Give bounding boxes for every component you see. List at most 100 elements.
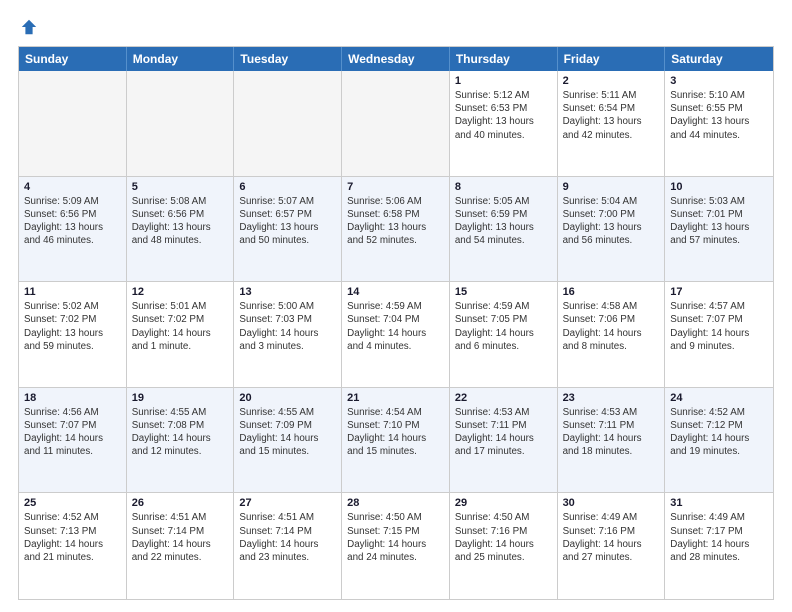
cell-info: Sunrise: 4:57 AM Sunset: 7:07 PM Dayligh… xyxy=(670,300,768,353)
calendar-row: 11Sunrise: 5:02 AM Sunset: 7:02 PM Dayli… xyxy=(19,282,773,388)
day-number: 17 xyxy=(670,286,768,298)
calendar-cell: 17 Sunrise: 4:57 AM Sunset: 7:07 PM Dayli… xyxy=(665,282,773,387)
day-number: 22 xyxy=(455,392,552,404)
calendar-body: 1 Sunrise: 5:12 AM Sunset: 6:53 PM Daylig… xyxy=(19,71,773,599)
calendar-cell: 22 Sunrise: 4:53 AM Sunset: 7:11 PM Dayli… xyxy=(450,388,558,493)
calendar-cell: 8 Sunrise: 5:05 AM Sunset: 6:59 PM Daylig… xyxy=(450,177,558,282)
cell-info: Sunrise: 4:54 AM Sunset: 7:10 PM Dayligh… xyxy=(347,406,444,459)
cell-info: Sunrise: 5:11 AM Sunset: 6:54 PM Dayligh… xyxy=(563,89,660,142)
cell-info: Sunrise: 4:50 AM Sunset: 7:16 PM Dayligh… xyxy=(455,511,552,564)
calendar-cell: 14 Sunrise: 4:59 AM Sunset: 7:04 PM Dayli… xyxy=(342,282,450,387)
cell-info: Sunrise: 5:07 AM Sunset: 6:57 PM Dayligh… xyxy=(239,195,336,248)
day-number: 2 xyxy=(563,75,660,87)
cell-info: Sunrise: 5:00 AM Sunset: 7:03 PM Dayligh… xyxy=(239,300,336,353)
calendar-cell: 27 Sunrise: 4:51 AM Sunset: 7:14 PM Dayli… xyxy=(234,493,342,599)
header xyxy=(18,18,774,36)
calendar-cell: 10Sunrise: 5:03 AM Sunset: 7:01 PM Dayli… xyxy=(665,177,773,282)
calendar-cell: 24Sunrise: 4:52 AM Sunset: 7:12 PM Dayli… xyxy=(665,388,773,493)
cell-info: Sunrise: 4:58 AM Sunset: 7:06 PM Dayligh… xyxy=(563,300,660,353)
day-number: 16 xyxy=(563,286,660,298)
cell-info: Sunrise: 4:53 AM Sunset: 7:11 PM Dayligh… xyxy=(563,406,660,459)
day-number: 12 xyxy=(132,286,229,298)
day-number: 27 xyxy=(239,497,336,509)
day-number: 23 xyxy=(563,392,660,404)
calendar-cell xyxy=(19,71,127,176)
weekday-header: Tuesday xyxy=(234,47,342,71)
calendar-cell: 11Sunrise: 5:02 AM Sunset: 7:02 PM Dayli… xyxy=(19,282,127,387)
logo xyxy=(18,18,38,36)
cell-info: Sunrise: 4:50 AM Sunset: 7:15 PM Dayligh… xyxy=(347,511,444,564)
cell-info: Sunrise: 5:10 AM Sunset: 6:55 PM Dayligh… xyxy=(670,89,768,142)
calendar-cell: 5 Sunrise: 5:08 AM Sunset: 6:56 PM Daylig… xyxy=(127,177,235,282)
day-number: 6 xyxy=(239,181,336,193)
day-number: 9 xyxy=(563,181,660,193)
day-number: 29 xyxy=(455,497,552,509)
weekday-header: Friday xyxy=(558,47,666,71)
cell-info: Sunrise: 5:04 AM Sunset: 7:00 PM Dayligh… xyxy=(563,195,660,248)
weekday-header: Sunday xyxy=(19,47,127,71)
cell-info: Sunrise: 4:51 AM Sunset: 7:14 PM Dayligh… xyxy=(132,511,229,564)
calendar-cell: 26 Sunrise: 4:51 AM Sunset: 7:14 PM Dayli… xyxy=(127,493,235,599)
cell-info: Sunrise: 5:05 AM Sunset: 6:59 PM Dayligh… xyxy=(455,195,552,248)
cell-info: Sunrise: 5:12 AM Sunset: 6:53 PM Dayligh… xyxy=(455,89,552,142)
calendar-cell: 16 Sunrise: 4:58 AM Sunset: 7:06 PM Dayli… xyxy=(558,282,666,387)
day-number: 25 xyxy=(24,497,121,509)
calendar-cell: 1 Sunrise: 5:12 AM Sunset: 6:53 PM Daylig… xyxy=(450,71,558,176)
cell-info: Sunrise: 4:52 AM Sunset: 7:12 PM Dayligh… xyxy=(670,406,768,459)
cell-info: Sunrise: 5:09 AM Sunset: 6:56 PM Dayligh… xyxy=(24,195,121,248)
calendar-cell: 13 Sunrise: 5:00 AM Sunset: 7:03 PM Dayli… xyxy=(234,282,342,387)
calendar-cell xyxy=(342,71,450,176)
cell-info: Sunrise: 4:59 AM Sunset: 7:05 PM Dayligh… xyxy=(455,300,552,353)
weekday-header: Thursday xyxy=(450,47,558,71)
cell-info: Sunrise: 5:01 AM Sunset: 7:02 PM Dayligh… xyxy=(132,300,229,353)
day-number: 31 xyxy=(670,497,768,509)
calendar-cell: 7 Sunrise: 5:06 AM Sunset: 6:58 PM Daylig… xyxy=(342,177,450,282)
cell-info: Sunrise: 5:06 AM Sunset: 6:58 PM Dayligh… xyxy=(347,195,444,248)
calendar-cell: 29 Sunrise: 4:50 AM Sunset: 7:16 PM Dayli… xyxy=(450,493,558,599)
day-number: 8 xyxy=(455,181,552,193)
page: SundayMondayTuesdayWednesdayThursdayFrid… xyxy=(0,0,792,612)
day-number: 7 xyxy=(347,181,444,193)
cell-info: Sunrise: 4:55 AM Sunset: 7:09 PM Dayligh… xyxy=(239,406,336,459)
day-number: 5 xyxy=(132,181,229,193)
day-number: 4 xyxy=(24,181,121,193)
calendar-row: 1 Sunrise: 5:12 AM Sunset: 6:53 PM Daylig… xyxy=(19,71,773,177)
cell-info: Sunrise: 5:08 AM Sunset: 6:56 PM Dayligh… xyxy=(132,195,229,248)
day-number: 21 xyxy=(347,392,444,404)
calendar-cell: 4 Sunrise: 5:09 AM Sunset: 6:56 PM Daylig… xyxy=(19,177,127,282)
cell-info: Sunrise: 4:49 AM Sunset: 7:17 PM Dayligh… xyxy=(670,511,768,564)
day-number: 13 xyxy=(239,286,336,298)
calendar-cell: 30 Sunrise: 4:49 AM Sunset: 7:16 PM Dayli… xyxy=(558,493,666,599)
day-number: 26 xyxy=(132,497,229,509)
cell-info: Sunrise: 4:51 AM Sunset: 7:14 PM Dayligh… xyxy=(239,511,336,564)
logo-icon xyxy=(20,18,38,36)
calendar-cell: 23 Sunrise: 4:53 AM Sunset: 7:11 PM Dayli… xyxy=(558,388,666,493)
day-number: 10 xyxy=(670,181,768,193)
cell-info: Sunrise: 4:55 AM Sunset: 7:08 PM Dayligh… xyxy=(132,406,229,459)
cell-info: Sunrise: 4:56 AM Sunset: 7:07 PM Dayligh… xyxy=(24,406,121,459)
calendar-cell: 3 Sunrise: 5:10 AM Sunset: 6:55 PM Daylig… xyxy=(665,71,773,176)
day-number: 14 xyxy=(347,286,444,298)
calendar-cell: 6 Sunrise: 5:07 AM Sunset: 6:57 PM Daylig… xyxy=(234,177,342,282)
day-number: 20 xyxy=(239,392,336,404)
cell-info: Sunrise: 5:02 AM Sunset: 7:02 PM Dayligh… xyxy=(24,300,121,353)
day-number: 30 xyxy=(563,497,660,509)
day-number: 3 xyxy=(670,75,768,87)
day-number: 1 xyxy=(455,75,552,87)
calendar-cell: 12 Sunrise: 5:01 AM Sunset: 7:02 PM Dayli… xyxy=(127,282,235,387)
calendar-row: 4 Sunrise: 5:09 AM Sunset: 6:56 PM Daylig… xyxy=(19,177,773,283)
cell-info: Sunrise: 4:53 AM Sunset: 7:11 PM Dayligh… xyxy=(455,406,552,459)
calendar-cell: 18 Sunrise: 4:56 AM Sunset: 7:07 PM Dayli… xyxy=(19,388,127,493)
calendar: SundayMondayTuesdayWednesdayThursdayFrid… xyxy=(18,46,774,600)
day-number: 28 xyxy=(347,497,444,509)
cell-info: Sunrise: 4:52 AM Sunset: 7:13 PM Dayligh… xyxy=(24,511,121,564)
cell-info: Sunrise: 4:49 AM Sunset: 7:16 PM Dayligh… xyxy=(563,511,660,564)
day-number: 18 xyxy=(24,392,121,404)
cell-info: Sunrise: 4:59 AM Sunset: 7:04 PM Dayligh… xyxy=(347,300,444,353)
calendar-cell xyxy=(127,71,235,176)
day-number: 15 xyxy=(455,286,552,298)
calendar-cell: 25 Sunrise: 4:52 AM Sunset: 7:13 PM Dayli… xyxy=(19,493,127,599)
weekday-header: Wednesday xyxy=(342,47,450,71)
calendar-header: SundayMondayTuesdayWednesdayThursdayFrid… xyxy=(19,47,773,71)
calendar-cell: 21 Sunrise: 4:54 AM Sunset: 7:10 PM Dayli… xyxy=(342,388,450,493)
